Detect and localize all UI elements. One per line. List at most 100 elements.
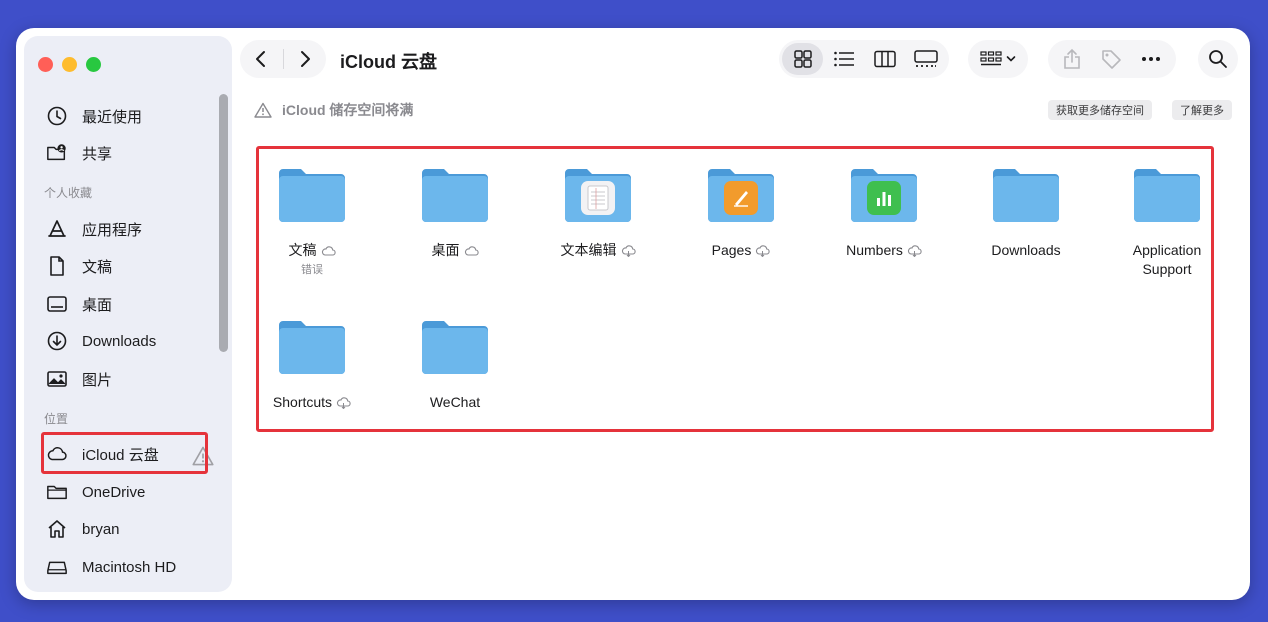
clock-icon — [46, 105, 72, 127]
sidebar: 最近使用 共享 个人收藏 应用程序 文稿 桌面 Downloads 图片 位置 … — [24, 36, 232, 592]
toolbar: iCloud 云盘 — [240, 28, 1250, 92]
forward-button[interactable] — [283, 40, 326, 78]
home-icon — [46, 518, 72, 540]
action-buttons — [1048, 40, 1176, 78]
back-button[interactable] — [240, 40, 283, 78]
folder-item-desktop[interactable]: 桌面 — [395, 165, 515, 260]
photo-icon — [46, 368, 72, 390]
folder-with-badge — [706, 165, 776, 223]
icon-view-button[interactable] — [782, 43, 823, 75]
file-name: 桌面 — [432, 241, 479, 260]
folder-icon — [279, 169, 345, 222]
search-icon — [1209, 50, 1227, 68]
folder-item-application-support[interactable]: Application Support — [1107, 165, 1227, 279]
sidebar-item-label: 文稿 — [82, 258, 113, 276]
list-view-button[interactable] — [823, 43, 864, 75]
folder-item-pages[interactable]: Pages — [681, 165, 801, 260]
close-button[interactable] — [38, 57, 53, 72]
file-name: Downloads — [991, 241, 1060, 260]
share-button[interactable] — [1063, 48, 1081, 70]
file-name: WeChat — [430, 393, 480, 412]
folder-item-numbers[interactable]: Numbers — [824, 165, 944, 260]
sidebar-item-desktop[interactable]: 桌面 — [40, 288, 210, 320]
applications-icon — [46, 218, 72, 240]
sidebar-item-shared[interactable]: 共享 — [40, 137, 210, 169]
chevron-down-icon — [1006, 56, 1016, 62]
folder-item-downloads[interactable]: Downloads — [966, 165, 1086, 260]
search-button[interactable] — [1198, 40, 1238, 78]
sidebar-item-label: bryan — [82, 520, 120, 538]
view-switcher — [779, 40, 949, 78]
folder-item-shortcuts[interactable]: Shortcuts — [252, 317, 372, 412]
pages-icon — [724, 181, 758, 215]
file-name: Shortcuts — [273, 393, 351, 412]
sidebar-scrollbar[interactable] — [219, 94, 228, 352]
sidebar-item-documents[interactable]: 文稿 — [40, 250, 210, 282]
group-by-button[interactable] — [968, 40, 1028, 78]
get-more-storage-button[interactable]: 获取更多储存空间 — [1048, 100, 1152, 120]
file-name-text: 文本编辑 — [560, 242, 617, 258]
sidebar-item-label: 应用程序 — [82, 221, 143, 239]
folder-icon — [1134, 169, 1200, 222]
sidebar-item-label: Macintosh HD — [82, 558, 177, 576]
sidebar-item-pictures[interactable]: 图片 — [40, 363, 210, 395]
gallery-view-button[interactable] — [905, 43, 946, 75]
cloud-icon — [321, 245, 336, 256]
sidebar-item-downloads[interactable]: Downloads — [40, 325, 210, 357]
folder-icon — [993, 169, 1059, 222]
ellipsis-icon — [1141, 57, 1160, 61]
sidebar-item-label: Downloads — [82, 332, 157, 350]
storage-warning-banner: iCloud 储存空间将满 获取更多储存空间 了解更多 — [254, 100, 1232, 124]
chevron-left-icon — [256, 51, 266, 67]
file-name: Numbers — [846, 241, 922, 260]
cloud-download-icon — [756, 244, 770, 257]
folder-item-textedit[interactable]: 文本编辑 — [538, 165, 658, 260]
folder-icon — [46, 481, 72, 503]
folder-with-badge — [849, 165, 919, 223]
cloud-download-icon — [336, 396, 351, 409]
group-icon — [980, 51, 1002, 66]
folder-item-documents[interactable]: 文稿 错误 — [252, 165, 372, 277]
cloud-download-icon — [907, 244, 922, 257]
sidebar-item-label: OneDrive — [82, 483, 146, 501]
share-icon — [1064, 48, 1081, 69]
column-view-button[interactable] — [864, 43, 905, 75]
gallery-icon — [913, 50, 938, 67]
banner-text: iCloud 储存空间将满 — [282, 102, 414, 118]
sidebar-item-home[interactable]: bryan — [40, 513, 210, 545]
learn-more-button[interactable]: 了解更多 — [1172, 100, 1232, 120]
tag-button[interactable] — [1100, 48, 1122, 70]
folder-icon — [422, 321, 488, 374]
textedit-icon — [581, 181, 615, 215]
sidebar-item-recents[interactable]: 最近使用 — [40, 100, 210, 132]
icloud-highlight-box — [41, 432, 208, 474]
cloud-download-icon — [621, 244, 636, 257]
file-name: Pages — [712, 241, 771, 260]
file-status: 错误 — [301, 264, 323, 276]
file-name-text: WeChat — [429, 394, 481, 410]
sidebar-item-macintosh-hd[interactable]: Macintosh HD — [40, 551, 210, 583]
file-name-text: Shortcuts — [272, 394, 333, 410]
sidebar-item-label: 共享 — [82, 145, 113, 163]
sidebar-item-applications[interactable]: 应用程序 — [40, 213, 210, 245]
zoom-button[interactable] — [86, 57, 101, 72]
file-name-text: Downloads — [991, 242, 1061, 258]
folder-item-wechat[interactable]: WeChat — [395, 317, 515, 412]
desktop-icon — [46, 293, 72, 315]
favorites-section-label: 个人收藏 — [44, 186, 93, 200]
navigation-buttons — [240, 40, 326, 78]
warning-icon — [254, 102, 272, 118]
disk-icon — [46, 556, 72, 578]
sidebar-item-onedrive[interactable]: OneDrive — [40, 476, 210, 508]
document-icon — [46, 255, 72, 277]
file-name-text: 文稿 — [288, 242, 317, 258]
banner-message: iCloud 储存空间将满 — [254, 100, 413, 120]
numbers-icon — [867, 181, 901, 215]
more-button[interactable] — [1141, 56, 1161, 62]
file-name-text: Application Support — [1132, 242, 1202, 277]
chevron-right-icon — [300, 51, 310, 67]
minimize-button[interactable] — [62, 57, 77, 72]
list-icon — [833, 51, 854, 67]
folder-with-badge — [563, 165, 633, 223]
grid-icon — [793, 50, 812, 68]
